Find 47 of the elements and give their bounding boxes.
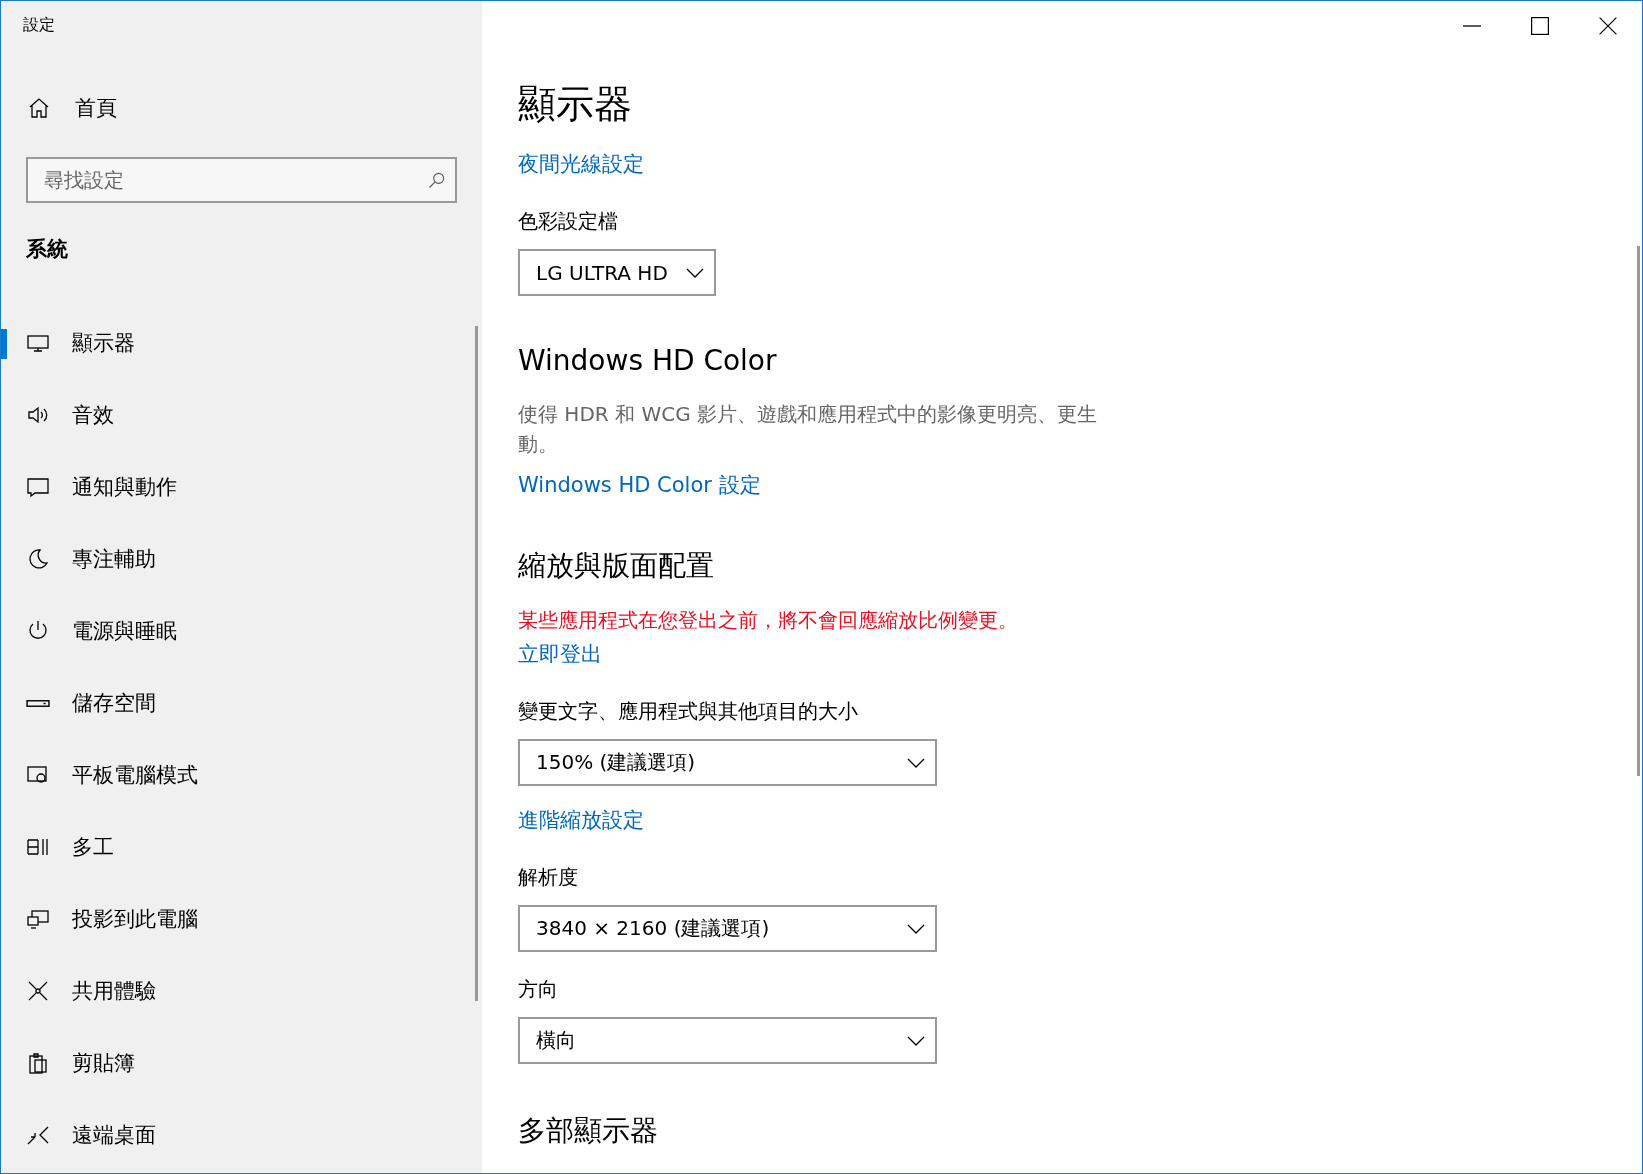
section-heading: Windows HD Color: [518, 344, 777, 377]
page-title: 顯示器: [518, 81, 632, 128]
maximize-icon: [1531, 17, 1549, 35]
sidebar-item[interactable]: 多工: [1, 811, 482, 883]
storage-icon: [26, 699, 50, 707]
search-field[interactable]: 尋找設定: [26, 157, 457, 203]
sidebar-item[interactable]: 顯示器: [1, 307, 482, 379]
section-heading: 縮放與版面配置: [518, 548, 714, 584]
message-icon: [26, 475, 50, 499]
projector-icon: [26, 907, 50, 931]
settings-link[interactable]: 進階縮放設定: [518, 806, 644, 834]
field-label: 色彩設定檔: [518, 208, 618, 235]
settings-link[interactable]: Windows HD Color 設定: [518, 471, 761, 499]
dropdown[interactable]: 3840 × 2160 (建議選項): [518, 905, 937, 952]
dropdown[interactable]: LG ULTRA HD: [518, 249, 716, 296]
sidebar-item[interactable]: 平板電腦模式: [1, 739, 482, 811]
settings-link[interactable]: 夜間光線設定: [518, 150, 644, 178]
close-icon: [1599, 17, 1617, 35]
sidebar-item[interactable]: 專注輔助: [1, 523, 482, 595]
home-icon: [27, 96, 51, 120]
moon-icon: [26, 547, 50, 571]
scrollbar[interactable]: [475, 326, 478, 1001]
dropdown[interactable]: 橫向: [518, 1017, 937, 1064]
dropdown[interactable]: 150% (建議選項): [518, 739, 937, 786]
sidebar-item[interactable]: 共用體驗: [1, 955, 482, 1027]
sidebar-item[interactable]: 通知與動作: [1, 451, 482, 523]
field-label: 變更文字、應用程式與其他項目的大小: [518, 698, 858, 725]
sidebar-item[interactable]: 電源與睡眠: [1, 595, 482, 667]
search-icon: [427, 170, 447, 190]
sidebar-item[interactable]: 音效: [1, 379, 482, 451]
home-nav-item[interactable]: 首頁: [1, 93, 482, 123]
section-title: 系統: [25, 236, 69, 263]
field-label: 方向: [518, 976, 558, 1003]
window-title: 設定: [22, 14, 56, 36]
sidebar-item[interactable]: 投影到此電腦: [1, 883, 482, 955]
description-text: 使得 HDR 和 WCG 影片、遊戲和應用程式中的影像更明亮、更生動。: [518, 401, 1098, 458]
minimize-icon: [1463, 25, 1481, 27]
share-icon: [26, 979, 50, 1003]
clipboard-icon: [26, 1051, 50, 1075]
warning-text: 某些應用程式在您登出之前，將不會回應縮放比例變更。: [518, 607, 1018, 634]
scrollbar[interactable]: [1637, 246, 1640, 776]
settings-link[interactable]: 立即登出: [518, 640, 602, 668]
sidebar-item[interactable]: 遠端桌面: [1, 1099, 482, 1171]
sidebar-item[interactable]: 剪貼簿: [1, 1027, 482, 1099]
field-label: 解析度: [518, 864, 578, 891]
section-heading: 多部顯示器: [518, 1113, 658, 1149]
sidebar-item[interactable]: 儲存空間: [1, 667, 482, 739]
